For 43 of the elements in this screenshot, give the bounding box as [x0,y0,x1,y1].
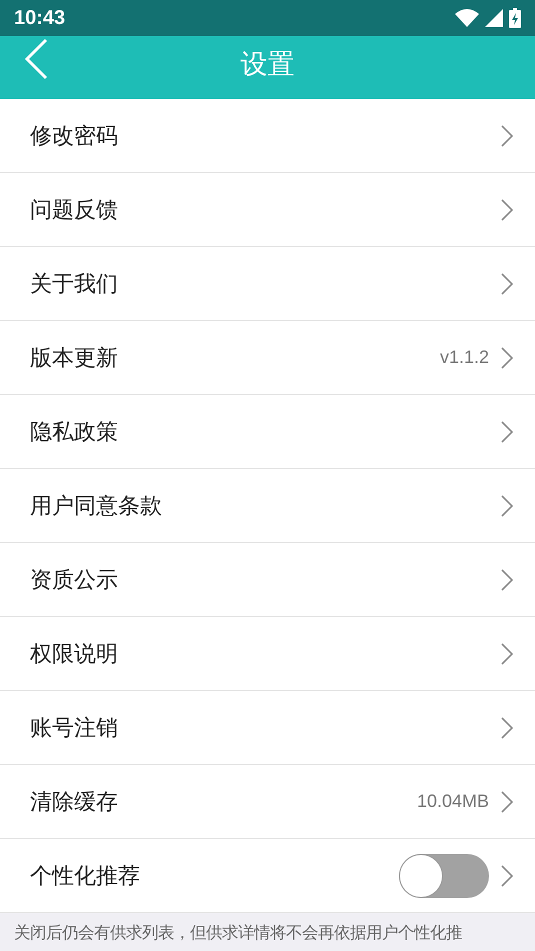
row-label: 用户同意条款 [30,492,163,520]
toggle-switch[interactable] [399,854,489,898]
note-text: 关闭后仍会有供求列表，但供求详情将不会再依据用户个性化推 [13,922,463,944]
chevron-icon [501,716,513,738]
row-label: 资质公示 [30,566,119,594]
status-time: 10:43 [14,6,66,30]
settings-row[interactable]: 修改密码 [0,99,535,173]
chevron-icon [501,864,513,886]
chevron-icon [501,790,513,812]
chevron-icon [501,272,513,294]
chevron-icon [501,568,513,590]
page-title: 设置 [240,48,294,82]
row-label: 版本更新 [30,344,119,372]
settings-row[interactable]: 关于我们 [0,247,535,321]
back-icon[interactable] [24,38,48,80]
chevron-icon [501,494,513,516]
settings-row[interactable]: 个性化推荐 [0,839,535,913]
wifi-icon [455,9,479,27]
row-label: 修改密码 [30,122,119,150]
row-label: 清除缓存 [30,788,119,816]
settings-row[interactable]: 版本更新 v1.1.2 [0,321,535,395]
row-label: 隐私政策 [30,418,119,446]
settings-row[interactable]: 清除缓存 10.04MB [0,765,535,839]
row-label: 权限说明 [30,640,119,668]
settings-row[interactable]: 账号注销 [0,691,535,765]
settings-row[interactable]: 权限说明 [0,617,535,691]
row-label: 个性化推荐 [30,862,141,890]
chevron-icon [501,198,513,220]
row-value: 10.04MB [416,791,489,812]
row-value: v1.1.2 [440,347,489,368]
row-label: 问题反馈 [30,196,119,224]
chevron-icon [501,420,513,442]
settings-row[interactable]: 问题反馈 [0,173,535,247]
chevron-icon [501,346,513,368]
row-label: 账号注销 [30,714,119,742]
battery-icon [509,8,521,28]
chevron-icon [501,642,513,664]
row-label: 关于我们 [30,270,119,298]
settings-row[interactable]: 资质公示 [0,543,535,617]
chevron-icon [501,124,513,146]
signal-icon [485,9,503,27]
settings-row[interactable]: 隐私政策 [0,395,535,469]
settings-row[interactable]: 用户同意条款 [0,469,535,543]
